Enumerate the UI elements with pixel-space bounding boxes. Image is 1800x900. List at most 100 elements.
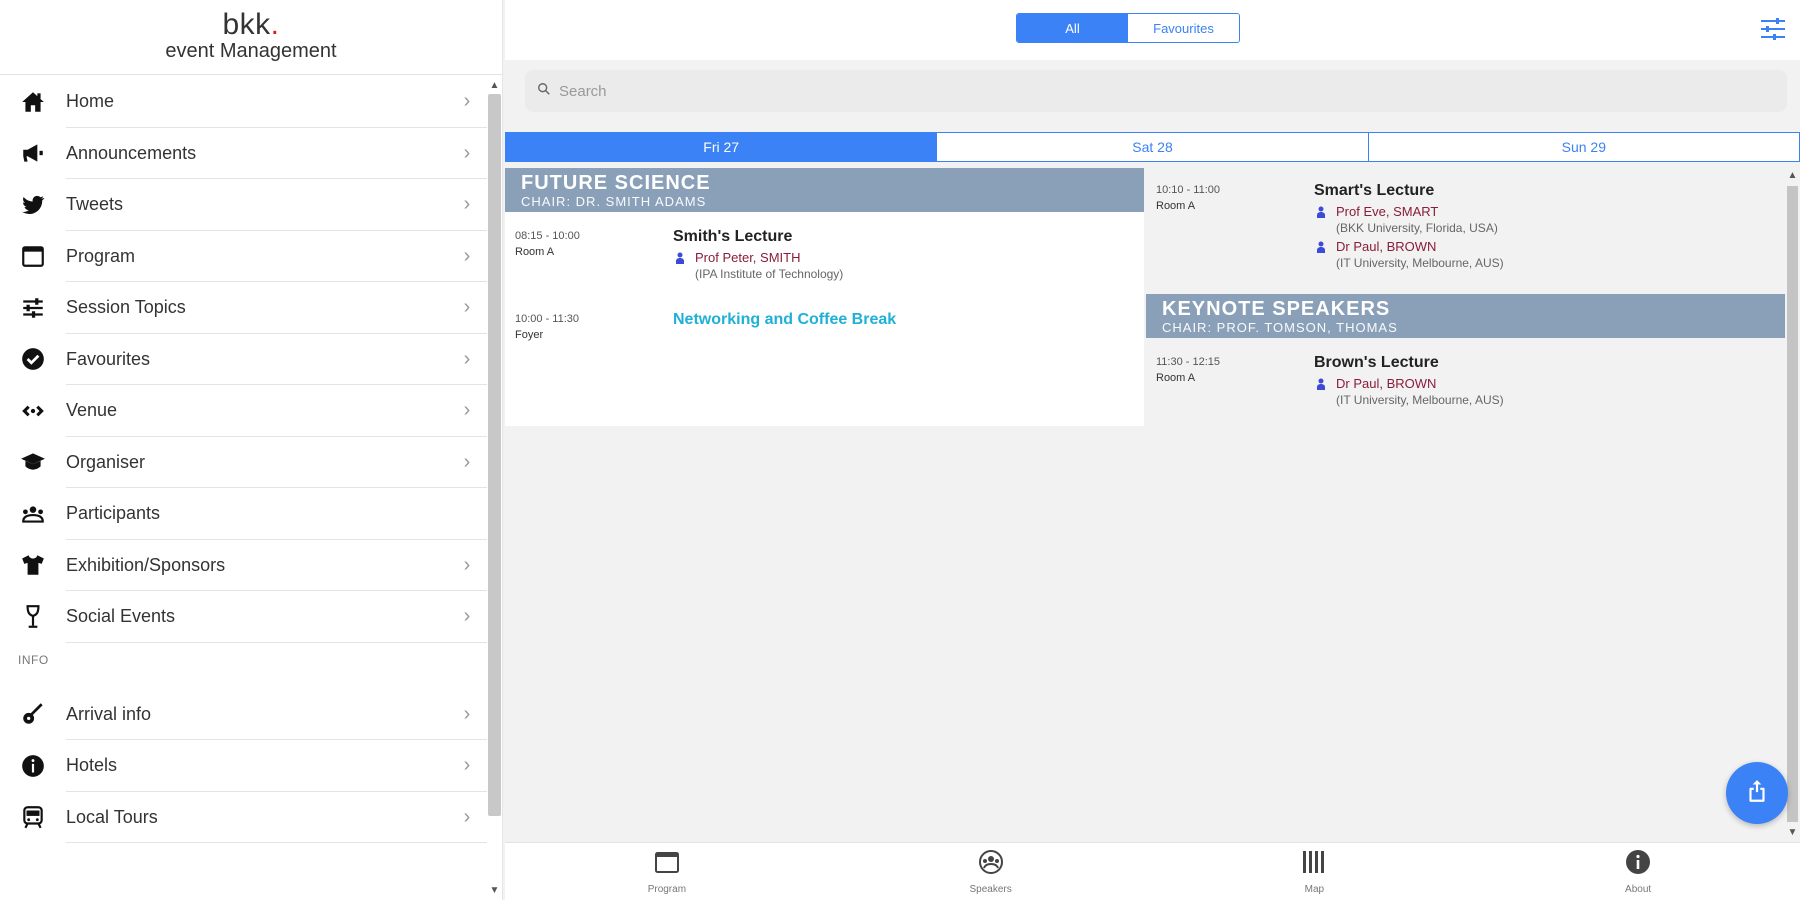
bottom-nav-map[interactable]: Map bbox=[1153, 843, 1477, 900]
chevron-right-icon: › bbox=[463, 399, 471, 422]
talk-item[interactable]: 10:00 - 11:30 Foyer Networking and Coffe… bbox=[505, 295, 1144, 353]
wine-glass-icon bbox=[0, 604, 66, 630]
sidebar-item-program[interactable]: Program › bbox=[0, 231, 487, 283]
main-scroll-thumb[interactable] bbox=[1787, 186, 1798, 822]
session-chair: CHAIR: PROF. TOMSON, THOMAS bbox=[1162, 320, 1398, 335]
talk-time-room: 08:15 - 10:00 Room A bbox=[515, 228, 673, 285]
talk-time: 10:00 - 11:30 bbox=[515, 313, 580, 325]
sidebar-item-social-events[interactable]: Social Events › bbox=[0, 591, 487, 643]
chevron-right-icon: › bbox=[463, 805, 471, 828]
info-icon bbox=[1624, 848, 1652, 881]
participants-icon bbox=[0, 501, 66, 527]
calendar-icon bbox=[653, 848, 681, 881]
sidebar-item-session-topics[interactable]: Session Topics › bbox=[0, 282, 487, 334]
speakers-icon bbox=[977, 848, 1005, 881]
talk-title: Smart's Lecture bbox=[1314, 182, 1435, 199]
tab-day-sat-28[interactable]: Sat 28 bbox=[937, 132, 1369, 162]
sidebar-item-local-tours[interactable]: Local Tours › bbox=[0, 792, 487, 844]
check-circle-icon bbox=[0, 346, 66, 372]
session-title: KEYNOTE SPEAKERS bbox=[1162, 298, 1391, 320]
sidebar-item-home[interactable]: Home › bbox=[0, 76, 487, 128]
search-icon bbox=[537, 82, 551, 101]
talk-item[interactable]: 11:30 - 12:15 Room A Brown's Lecture Dr … bbox=[1146, 338, 1785, 421]
sidebar-item-label: Participants bbox=[66, 503, 161, 524]
share-button[interactable] bbox=[1726, 762, 1788, 824]
bottom-nav-label: About bbox=[1625, 884, 1652, 895]
scroll-up-icon[interactable]: ▲ bbox=[1785, 170, 1800, 181]
session-header[interactable]: FUTURE SCIENCE CHAIR: DR. SMITH ADAMS bbox=[505, 168, 1144, 212]
talk-room: Room A bbox=[515, 246, 555, 258]
segment-all[interactable]: All bbox=[1017, 14, 1128, 42]
tab-day-fri-27[interactable]: Fri 27 bbox=[505, 132, 938, 162]
sidebar-item-label: Venue bbox=[66, 400, 118, 421]
person-icon bbox=[1314, 377, 1328, 391]
sidebar-section-info: INFO bbox=[18, 652, 49, 667]
day-tabs: Fri 27 Sat 28 Sun 29 bbox=[505, 132, 1800, 162]
talk-time-room: 10:00 - 11:30 Foyer bbox=[515, 311, 673, 343]
scroll-up-icon[interactable]: ▲ bbox=[486, 80, 502, 91]
speaker-affiliation: (IT University, Melbourne, AUS) bbox=[1336, 393, 1504, 407]
sidebar-item-arrival-info[interactable]: Arrival info › bbox=[0, 689, 487, 741]
sidebar-item-exhibition-sponsors[interactable]: Exhibition/Sponsors › bbox=[0, 540, 487, 592]
session-header[interactable]: KEYNOTE SPEAKERS CHAIR: PROF. TOMSON, TH… bbox=[1146, 294, 1785, 338]
speaker[interactable]: Dr Paul, BROWN bbox=[1314, 239, 1775, 254]
megaphone-icon bbox=[0, 140, 66, 166]
sidebar-item-label: Hotels bbox=[66, 755, 118, 776]
chevron-right-icon: › bbox=[463, 553, 471, 576]
bottom-nav-about[interactable]: About bbox=[1476, 843, 1800, 900]
person-icon bbox=[1314, 240, 1328, 254]
scroll-down-icon[interactable]: ▼ bbox=[486, 885, 502, 896]
share-icon bbox=[1744, 778, 1770, 809]
search-bar bbox=[525, 70, 1787, 112]
scroll-down-icon[interactable]: ▼ bbox=[1785, 827, 1800, 838]
chevron-right-icon: › bbox=[463, 141, 471, 164]
program-column-left: FUTURE SCIENCE CHAIR: DR. SMITH ADAMS 08… bbox=[505, 168, 1144, 426]
venue-icon bbox=[0, 398, 66, 424]
segment-favourites[interactable]: Favourites bbox=[1128, 14, 1239, 42]
sidebar-item-hotels[interactable]: Hotels › bbox=[0, 740, 487, 792]
sidebar-item-participants[interactable]: Participants bbox=[0, 488, 487, 540]
talk-item[interactable]: 08:15 - 10:00 Room A Smith's Lecture Pro… bbox=[505, 212, 1144, 295]
talk-body: Brown's Lecture Dr Paul, BROWN (IT Unive… bbox=[1314, 354, 1775, 411]
sidebar-scroll-thumb[interactable] bbox=[488, 94, 501, 816]
bottom-nav-speakers[interactable]: Speakers bbox=[829, 843, 1153, 900]
talk-time-room: 11:30 - 12:15 Room A bbox=[1156, 354, 1314, 411]
tab-day-sun-29[interactable]: Sun 29 bbox=[1368, 132, 1800, 162]
speaker-name: Dr Paul, BROWN bbox=[1336, 239, 1437, 254]
sidebar-item-tweets[interactable]: Tweets › bbox=[0, 179, 487, 231]
sidebar-item-favourites[interactable]: Favourites › bbox=[0, 334, 487, 386]
chevron-right-icon: › bbox=[463, 754, 471, 777]
chevron-right-icon: › bbox=[463, 244, 471, 267]
speaker[interactable]: Dr Paul, BROWN bbox=[1314, 376, 1775, 391]
speaker[interactable]: Prof Eve, SMART bbox=[1314, 204, 1775, 219]
talk-title: Smith's Lecture bbox=[673, 228, 793, 245]
speaker-affiliation: (BKK University, Florida, USA) bbox=[1336, 221, 1498, 235]
program-column-right: 10:10 - 11:00 Room A Smart's Lecture Pro… bbox=[1146, 168, 1785, 421]
tshirt-icon bbox=[0, 552, 66, 578]
chevron-right-icon: › bbox=[463, 296, 471, 319]
main-scrollbar[interactable]: ▲ ▼ bbox=[1785, 168, 1800, 840]
search-input[interactable] bbox=[559, 82, 1759, 100]
bottom-nav-program[interactable]: Program bbox=[505, 843, 829, 900]
bottom-nav-label: Program bbox=[647, 884, 687, 895]
speaker[interactable]: Prof Peter, SMITH bbox=[673, 250, 1134, 265]
speaker-name: Prof Eve, SMART bbox=[1336, 204, 1439, 219]
sidebar-item-label: Favourites bbox=[66, 348, 151, 369]
twitter-icon bbox=[0, 192, 66, 218]
sidebar-item-announcements[interactable]: Announcements › bbox=[0, 128, 487, 180]
filter-settings-icon[interactable] bbox=[1758, 14, 1788, 44]
program-grid: FUTURE SCIENCE CHAIR: DR. SMITH ADAMS 08… bbox=[505, 168, 1785, 843]
speaker-name: Prof Peter, SMITH bbox=[695, 250, 801, 265]
talk-title: Brown's Lecture bbox=[1314, 354, 1439, 371]
sidebar-item-organiser[interactable]: Organiser › bbox=[0, 437, 487, 489]
guitar-icon bbox=[0, 701, 66, 727]
speaker-name: Dr Paul, BROWN bbox=[1336, 376, 1437, 391]
talk-item[interactable]: 10:10 - 11:00 Room A Smart's Lecture Pro… bbox=[1146, 168, 1785, 294]
sidebar-scrollbar[interactable]: ▲ ▼ bbox=[486, 78, 502, 900]
brand-dot: . bbox=[270, 8, 280, 41]
brand-name-text: bkk bbox=[222, 8, 271, 41]
chevron-right-icon: › bbox=[463, 702, 471, 725]
sidebar-item-label: Program bbox=[66, 245, 136, 266]
sidebar-item-venue[interactable]: Venue › bbox=[0, 385, 487, 437]
chevron-right-icon: › bbox=[463, 450, 471, 473]
